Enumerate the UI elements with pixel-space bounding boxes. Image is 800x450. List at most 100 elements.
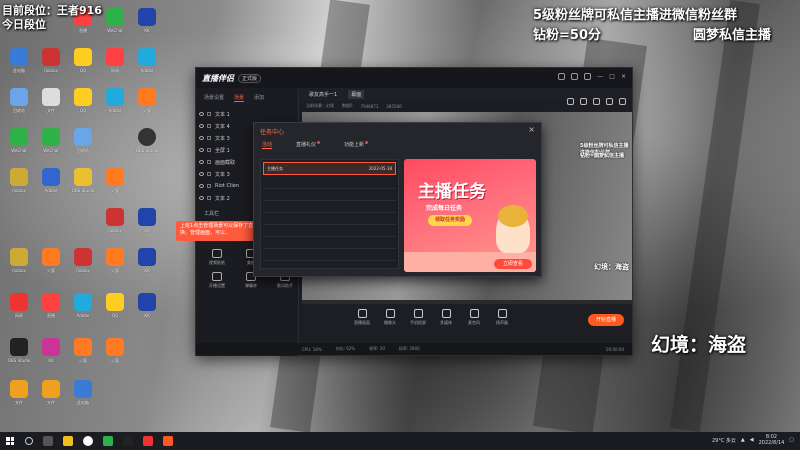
desktop-icon[interactable]: 回收站 <box>68 128 98 166</box>
view-now-button[interactable]: 立即查看 <box>494 259 532 269</box>
microphone-button[interactable]: 麦克风 <box>462 308 486 326</box>
eye-icon[interactable] <box>199 184 204 188</box>
skin-icon[interactable] <box>584 73 592 80</box>
task-banner[interactable]: 主播任务 完成每日任务 领取任务奖励 立即查看 <box>404 159 536 272</box>
search-icon[interactable] <box>25 437 33 445</box>
speaker-button[interactable]: 扬声器 <box>490 308 514 326</box>
file-explorer-icon[interactable] <box>63 436 73 446</box>
windows-start-icon[interactable] <box>6 437 14 445</box>
source-screen-button[interactable]: 直播画面 <box>350 308 374 326</box>
desktop-icon[interactable]: KK <box>132 248 162 286</box>
desktop-icon[interactable]: OBS Studio <box>132 128 162 166</box>
desktop-icon[interactable]: QQ <box>68 48 98 86</box>
notification-icon[interactable]: ▢ <box>789 437 794 443</box>
desktop-icon[interactable]: Roblox <box>68 248 98 286</box>
desktop-icon[interactable]: 文件 <box>4 380 34 418</box>
eye-icon[interactable] <box>199 124 204 128</box>
help-icon[interactable] <box>558 73 566 80</box>
lock-icon[interactable] <box>207 196 211 200</box>
minimize-icon[interactable]: — <box>597 73 603 81</box>
tab-add[interactable]: 添加 <box>254 94 264 102</box>
desktop-icon[interactable]: Roblox <box>4 168 34 206</box>
start-live-button[interactable]: 开始直播 <box>588 314 624 326</box>
desktop-icon[interactable]: Adobe <box>68 293 98 331</box>
claim-reward-button[interactable]: 领取任务奖励 <box>428 215 472 226</box>
desktop-icon[interactable]: KK <box>132 293 162 331</box>
eye-icon[interactable] <box>199 172 204 176</box>
user-icon[interactable] <box>593 98 600 105</box>
tab-scene[interactable]: 场景 <box>234 94 245 102</box>
eye-icon[interactable] <box>199 196 204 200</box>
eye-icon[interactable] <box>199 112 204 116</box>
desktop-icon[interactable]: WeChat <box>36 128 66 166</box>
desktop-icon[interactable]: KK <box>132 208 162 246</box>
desktop-icon[interactable]: Roblox <box>4 248 34 286</box>
tool-live-settings[interactable]: 开播设置 <box>202 272 232 289</box>
desktop-icon[interactable]: 文件 <box>36 380 66 418</box>
tab-etiquette[interactable]: 直播礼仪 <box>296 141 321 149</box>
settings-icon[interactable] <box>571 73 579 80</box>
source-camera-button[interactable]: 摄像头 <box>378 308 402 326</box>
desktop-icon[interactable]: Adobe <box>132 48 162 86</box>
desktop-icon[interactable]: Roblox <box>36 48 66 86</box>
volume-icon[interactable]: ◀ <box>750 437 754 443</box>
desktop-icon[interactable]: 火狐 <box>100 338 130 376</box>
close-icon[interactable]: × <box>528 125 535 134</box>
source-media-button[interactable]: 多媒体 <box>434 308 458 326</box>
desktop-icon[interactable]: OBS Studio <box>68 168 98 206</box>
desktop-icon[interactable]: 文件 <box>36 88 66 126</box>
close-icon[interactable]: × <box>621 73 626 81</box>
desktop-icon[interactable]: Roblox <box>100 208 130 246</box>
gift-icon[interactable] <box>567 98 574 105</box>
desktop-icon[interactable]: 回收站 <box>4 88 34 126</box>
browser-icon[interactable] <box>83 436 93 446</box>
lock-icon[interactable] <box>207 112 211 116</box>
lock-icon[interactable] <box>207 184 211 188</box>
bell-icon[interactable] <box>606 98 613 105</box>
desktop-icon[interactable]: WeChat <box>100 8 130 46</box>
desktop-icon[interactable]: KK <box>36 338 66 376</box>
source-phone-button[interactable]: 手机投屏 <box>406 308 430 326</box>
desktop-icon[interactable]: 火狐 <box>36 248 66 286</box>
desktop-icon[interactable]: QQ <box>100 293 130 331</box>
desktop-icon[interactable]: 此电脑 <box>4 48 34 86</box>
tab-stage-1[interactable]: 歌友高手一1 <box>306 90 340 99</box>
desktop-icon[interactable]: 火狐 <box>132 88 162 126</box>
lock-icon[interactable] <box>207 172 211 176</box>
eye-icon[interactable] <box>199 136 204 140</box>
weather-text[interactable]: 29°C 多云 <box>712 437 736 444</box>
desktop-icon[interactable]: Adobe <box>36 168 66 206</box>
desktop-icon[interactable]: 火狐 <box>68 338 98 376</box>
share-icon[interactable] <box>619 98 626 105</box>
desktop-icon[interactable]: QQ <box>68 88 98 126</box>
eye-icon[interactable] <box>199 148 204 152</box>
desktop-icon[interactable]: 火狐 <box>100 248 130 286</box>
desktop-icon[interactable]: 直播 <box>36 293 66 331</box>
scene-item[interactable]: 文本 1 <box>196 108 298 120</box>
tab-activity[interactable]: 活动 <box>262 141 273 149</box>
lock-icon[interactable] <box>580 98 587 105</box>
desktop-icon[interactable]: Adobe <box>100 88 130 126</box>
tab-scene-settings[interactable]: 场景设置 <box>204 94 224 102</box>
desktop-icon[interactable]: 网易 <box>100 48 130 86</box>
clock[interactable]: 8:02 2022/8/14 <box>759 434 785 446</box>
wechat-icon[interactable] <box>103 436 113 446</box>
desktop-icon[interactable]: WeChat <box>4 128 34 166</box>
maximize-icon[interactable]: □ <box>609 73 615 81</box>
list-item[interactable]: 主播任务 2022-05-18 <box>263 162 396 175</box>
eye-icon[interactable] <box>199 160 204 164</box>
lock-icon[interactable] <box>207 148 211 152</box>
desktop-icon[interactable]: KK <box>132 8 162 46</box>
desktop-icon[interactable]: 此电脑 <box>68 380 98 418</box>
desktop-icon[interactable]: 火狐 <box>100 168 130 206</box>
tool-sticker[interactable]: 视频贴纸 <box>202 249 232 266</box>
desktop-icon[interactable]: 网易 <box>4 293 34 331</box>
desktop-icon[interactable]: OBS Studio <box>4 338 34 376</box>
network-icon[interactable]: ▲ <box>741 437 745 443</box>
app-icon[interactable] <box>123 436 133 446</box>
task-view-icon[interactable] <box>43 436 53 446</box>
lock-icon[interactable] <box>207 124 211 128</box>
live-companion-icon[interactable] <box>163 436 173 446</box>
lock-icon[interactable] <box>207 160 211 164</box>
tab-stage-2[interactable]: 幕面 <box>348 90 365 99</box>
